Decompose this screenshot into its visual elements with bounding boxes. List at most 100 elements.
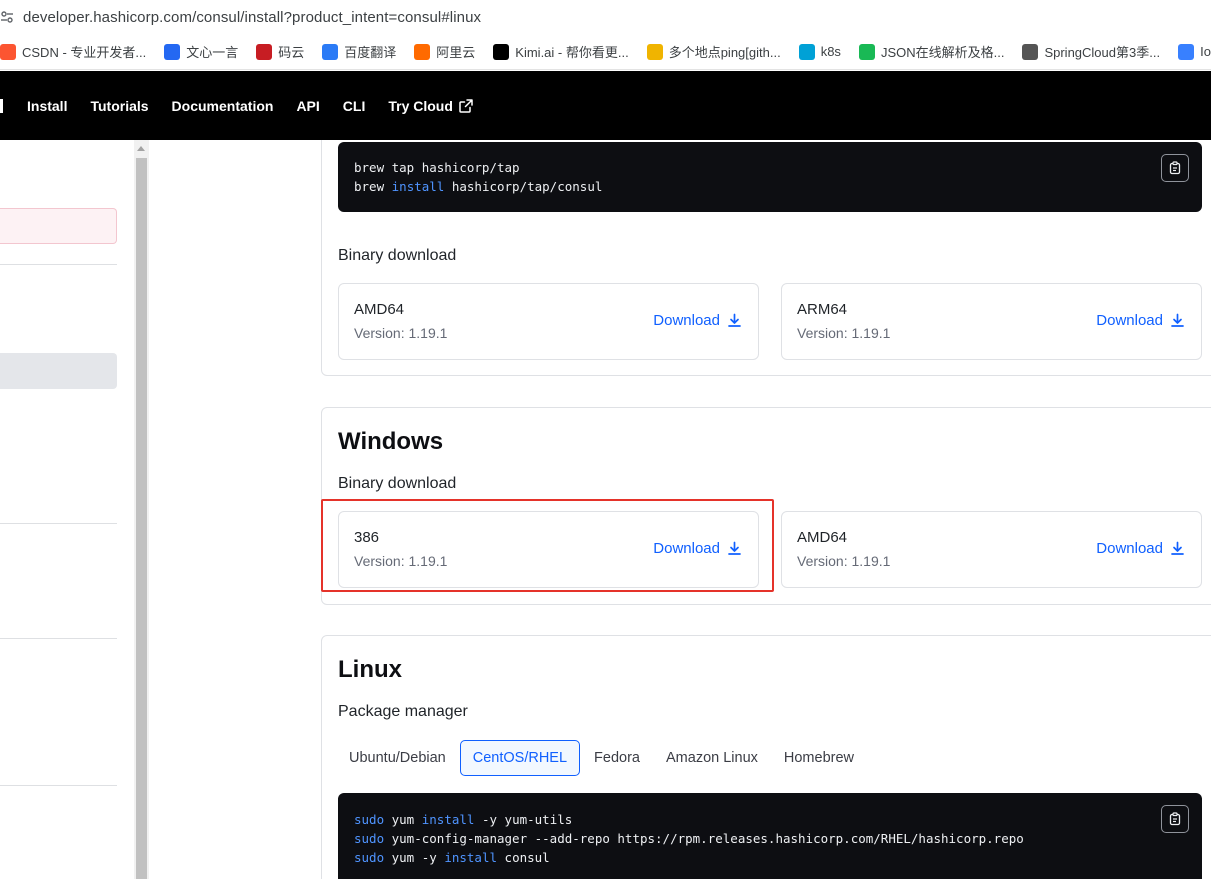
download-link[interactable]: Download <box>653 312 742 329</box>
download-link[interactable]: Download <box>1096 540 1185 557</box>
package-manager-tabs: Ubuntu/Debian CentOS/RHEL Fedora Amazon … <box>337 740 868 776</box>
nav-cli[interactable]: CLI <box>343 98 366 114</box>
code-text: consul <box>497 850 550 865</box>
sidebar-hover-item[interactable] <box>0 353 117 389</box>
tab-fedora[interactable]: Fedora <box>582 740 652 776</box>
download-icon <box>1171 313 1184 327</box>
bookmark-label: 文心一言 <box>186 45 239 60</box>
gitee-icon <box>256 43 273 60</box>
linux-code-text: sudo yum install -y yum-utils sudo yum-co… <box>354 810 1186 867</box>
json-icon <box>858 43 875 60</box>
bookmark-label: Ionic App <box>1200 44 1211 59</box>
code-keyword: install <box>421 812 475 827</box>
nav-cut-off-edge <box>0 98 3 113</box>
sidebar-divider <box>0 264 117 265</box>
bookmark-label: k8s <box>820 44 841 59</box>
bookmark-label: CSDN - 专业开发者... <box>22 45 147 60</box>
nav-tutorials[interactable]: Tutorials <box>90 98 148 114</box>
download-link[interactable]: Download <box>1096 312 1185 329</box>
url-text[interactable]: developer.hashicorp.com/consul/install?p… <box>23 9 481 26</box>
sidebar-active-item[interactable] <box>0 208 117 244</box>
try-cloud-label: Try Cloud <box>388 97 453 114</box>
copy-icon <box>1169 812 1181 826</box>
bookmark-label: 码云 <box>278 45 305 60</box>
bookmark-item[interactable]: SpringCloud第3季... <box>1022 42 1160 61</box>
bookmark-item[interactable]: 多个地点ping[gith... <box>646 42 781 61</box>
kimi-icon <box>493 43 510 60</box>
external-link-icon <box>459 98 473 113</box>
code-line: brew install hashicorp/tap/consul <box>354 177 1186 196</box>
tab-homebrew[interactable]: Homebrew <box>772 740 866 776</box>
code-line: sudo yum install -y yum-utils <box>354 810 1186 829</box>
macos-binary-heading: Binary download <box>338 247 457 264</box>
copy-button[interactable] <box>1161 805 1189 833</box>
bookmark-item[interactable]: Ionic App <box>1178 43 1211 60</box>
sidebar-scrollbar[interactable] <box>134 140 149 879</box>
download-card-macos-arm64: ARM64 Version: 1.19.1 Download <box>781 283 1202 360</box>
code-keyword: install <box>391 179 445 194</box>
tab-ubuntu-debian[interactable]: Ubuntu/Debian <box>337 740 458 776</box>
arch-label: AMD64 <box>797 529 848 546</box>
code-line: brew tap hashicorp/tap <box>354 158 1186 177</box>
version-label: Version: 1.19.1 <box>797 553 891 569</box>
bookmark-item[interactable]: 阿里云 <box>414 42 475 61</box>
sidebar <box>0 140 134 879</box>
site-settings-icon[interactable] <box>0 10 14 24</box>
bookmark-item[interactable]: Kimi.ai - 帮你看更... <box>493 42 629 61</box>
address-bar[interactable]: developer.hashicorp.com/consul/install?p… <box>0 0 1211 34</box>
sidebar-divider <box>0 638 117 639</box>
code-line: sudo yum-config-manager --add-repo https… <box>354 829 1186 848</box>
bilibili-icon <box>798 43 815 60</box>
download-card-windows-amd64: AMD64 Version: 1.19.1 Download <box>781 511 1202 588</box>
bookmark-label: JSON在线解析及格... <box>880 45 1005 60</box>
scroll-up-arrow-icon[interactable] <box>137 146 145 151</box>
top-navigation: Install Tutorials Documentation API CLI … <box>0 71 1211 140</box>
bookmark-label: Kimi.ai - 帮你看更... <box>515 45 629 60</box>
brew-code-text: brew tap hashicorp/tap brew install hashi… <box>354 158 1186 196</box>
bookmark-item[interactable]: 百度翻译 <box>322 42 396 61</box>
main-content: brew tap hashicorp/tap brew install hashi… <box>149 140 1211 879</box>
code-keyword: sudo <box>354 831 385 846</box>
aliyun-icon <box>414 43 431 60</box>
code-keyword: install <box>444 850 498 865</box>
code-text: hashicorp/tap/consul <box>444 179 603 194</box>
copy-icon <box>1169 161 1181 175</box>
copy-button[interactable] <box>1161 154 1189 182</box>
ping-icon <box>646 43 663 60</box>
bookmark-item[interactable]: CSDN - 专业开发者... <box>0 42 146 61</box>
nav-documentation[interactable]: Documentation <box>172 98 274 114</box>
code-text: yum -y <box>384 850 445 865</box>
download-label: Download <box>653 312 720 329</box>
baidu-translate-icon <box>322 43 339 60</box>
sidebar-divider <box>0 523 117 524</box>
linux-heading: Linux <box>338 656 402 683</box>
bookmark-item[interactable]: 文心一言 <box>164 42 238 61</box>
csdn-icon <box>0 43 16 60</box>
bookmark-label: 百度翻译 <box>344 45 397 60</box>
download-card-macos-amd64: AMD64 Version: 1.19.1 Download <box>338 283 759 360</box>
scrollbar-thumb[interactable] <box>136 158 147 879</box>
tab-centos-rhel[interactable]: CentOS/RHEL <box>459 740 581 776</box>
nav-api[interactable]: API <box>296 98 319 114</box>
sidebar-divider <box>0 785 117 786</box>
code-text: yum <box>384 812 422 827</box>
tab-amazon-linux[interactable]: Amazon Linux <box>654 740 770 776</box>
code-text: brew tap hashicorp/tap <box>354 160 520 175</box>
package-manager-heading: Package manager <box>338 703 468 720</box>
code-keyword: sudo <box>354 812 385 827</box>
nav-install[interactable]: Install <box>27 98 67 114</box>
bookmark-item[interactable]: k8s <box>798 43 841 60</box>
brew-code-block: brew tap hashicorp/tap brew install hashi… <box>338 142 1202 212</box>
bookmark-label: 多个地点ping[gith... <box>668 45 781 60</box>
download-icon <box>1171 541 1184 555</box>
linux-code-block: sudo yum install -y yum-utils sudo yum-co… <box>338 793 1202 879</box>
highlight-annotation-box <box>321 499 774 592</box>
bookmark-item[interactable]: 码云 <box>256 42 304 61</box>
code-text: yum-config-manager --add-repo https://rp… <box>384 831 1024 846</box>
nav-try-cloud[interactable]: Try Cloud <box>388 98 473 114</box>
bookmark-item[interactable]: JSON在线解析及格... <box>858 42 1005 61</box>
arch-label: AMD64 <box>354 301 405 318</box>
bookmark-label: SpringCloud第3季... <box>1044 45 1161 60</box>
code-text: brew <box>354 179 392 194</box>
download-icon <box>728 313 741 327</box>
